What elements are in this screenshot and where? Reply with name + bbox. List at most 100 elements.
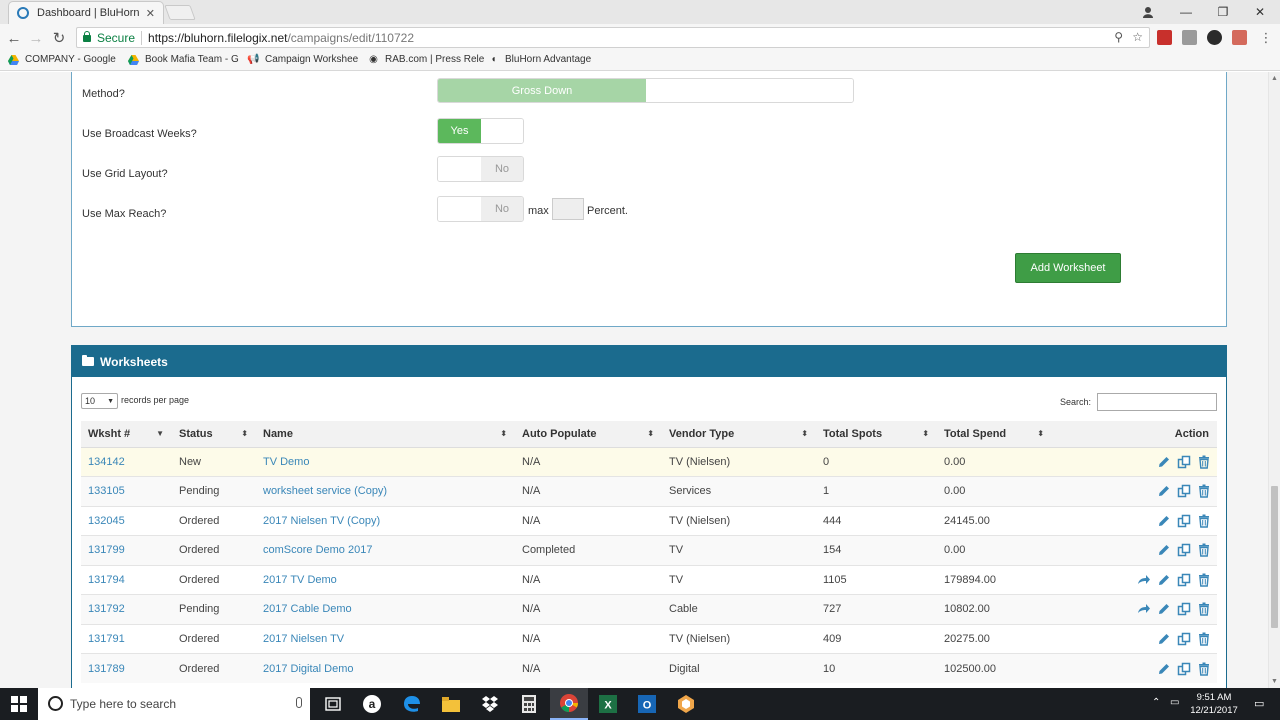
copy-icon[interactable] <box>1177 662 1191 676</box>
scroll-up-icon[interactable]: ▲ <box>1271 75 1278 82</box>
cell-wksht-id-link[interactable]: 131789 <box>88 663 125 675</box>
max-percent-input[interactable] <box>552 198 584 220</box>
edge-browser-icon[interactable] <box>393 688 431 720</box>
cell-wksht-id[interactable]: 131791 <box>81 623 172 654</box>
records-per-page-select[interactable]: 10 ▼ <box>81 393 118 409</box>
cell-name[interactable]: 2017 Nielsen TV <box>256 623 515 654</box>
cell-name-link[interactable]: comScore Demo 2017 <box>263 544 372 556</box>
delete-trash-icon[interactable] <box>1197 573 1211 587</box>
bookmark-item[interactable]: ◖ BluHorn Advantage <box>488 54 591 65</box>
method-toggle[interactable]: Gross Down <box>437 78 854 103</box>
cell-name-link[interactable]: 2017 Digital Demo <box>263 663 354 675</box>
bookmark-item[interactable]: ◉ RAB.com | Press Rele <box>368 54 484 65</box>
extension-icon[interactable] <box>1157 30 1172 45</box>
cell-name[interactable]: 2017 Digital Demo <box>256 653 515 683</box>
column-header-auto-populate[interactable]: Auto Populate ⬍ <box>515 421 662 448</box>
column-header-total-spots[interactable]: Total Spots ⬍ <box>816 421 937 448</box>
copy-icon[interactable] <box>1177 602 1191 616</box>
cell-wksht-id[interactable]: 134142 <box>81 446 172 477</box>
cell-wksht-id[interactable]: 132045 <box>81 505 172 536</box>
cell-wksht-id-link[interactable]: 133105 <box>88 485 125 497</box>
taskbar-clock[interactable]: 9:51 AM 12/21/2017 <box>1187 691 1241 717</box>
cell-wksht-id-link[interactable]: 134142 <box>88 456 125 468</box>
grid-layout-toggle[interactable]: No <box>437 156 524 182</box>
amazon-app-icon[interactable]: a <box>353 688 391 720</box>
delete-trash-icon[interactable] <box>1197 662 1211 676</box>
zoom-icon[interactable]: ⚲ <box>1114 30 1123 44</box>
delete-trash-icon[interactable] <box>1197 632 1211 646</box>
cell-name-link[interactable]: worksheet service (Copy) <box>263 485 387 497</box>
calculator-icon[interactable] <box>510 688 548 720</box>
notifications-icon[interactable]: ▭ <box>1254 697 1264 710</box>
cell-wksht-id[interactable]: 131789 <box>81 653 172 683</box>
bookmark-item[interactable]: 📢 Campaign Workshee <box>247 54 358 65</box>
cell-name-link[interactable]: 2017 Cable Demo <box>263 603 352 615</box>
profile-icon[interactable] <box>1130 0 1166 24</box>
edit-pencil-icon[interactable] <box>1157 632 1171 646</box>
toggle-no[interactable]: No <box>481 157 523 181</box>
delete-trash-icon[interactable] <box>1197 455 1211 469</box>
cell-name[interactable]: 2017 TV Demo <box>256 564 515 595</box>
copy-icon[interactable] <box>1177 632 1191 646</box>
copy-icon[interactable] <box>1177 543 1191 557</box>
delete-trash-icon[interactable] <box>1197 514 1211 528</box>
toggle-yes[interactable]: Yes <box>438 119 481 143</box>
cell-wksht-id-link[interactable]: 131792 <box>88 603 125 615</box>
cell-name[interactable]: 2017 Nielsen TV (Copy) <box>256 505 515 536</box>
cell-wksht-id[interactable]: 133105 <box>81 476 172 506</box>
bookmark-item[interactable]: COMPANY - Google <box>8 54 116 65</box>
cell-wksht-id[interactable]: 131794 <box>81 564 172 595</box>
cell-name-link[interactable]: 2017 Nielsen TV <box>263 633 344 645</box>
outlook-icon[interactable]: O <box>628 688 666 720</box>
edit-pencil-icon[interactable] <box>1157 484 1171 498</box>
url-omnibox[interactable]: Secure https://bluhorn.filelogix.net/cam… <box>76 27 1150 48</box>
column-header-status[interactable]: Status ⬍ <box>172 421 256 448</box>
forward-icon[interactable]: → <box>26 28 46 48</box>
excel-icon[interactable]: X <box>589 688 627 720</box>
task-view-icon[interactable] <box>314 688 352 720</box>
delete-trash-icon[interactable] <box>1197 484 1211 498</box>
share-icon[interactable] <box>1137 573 1151 587</box>
column-header-name[interactable]: Name ⬍ <box>256 421 515 448</box>
minimize-icon[interactable]: — <box>1168 0 1204 24</box>
delete-trash-icon[interactable] <box>1197 602 1211 616</box>
windows-start-button[interactable] <box>0 688 38 720</box>
app-icon[interactable] <box>667 688 705 720</box>
cell-name-link[interactable]: 2017 TV Demo <box>263 574 337 586</box>
copy-icon[interactable] <box>1177 484 1191 498</box>
copy-icon[interactable] <box>1177 573 1191 587</box>
edit-pencil-icon[interactable] <box>1157 514 1171 528</box>
scroll-down-icon[interactable]: ▼ <box>1271 678 1278 685</box>
new-tab-button[interactable] <box>164 5 196 20</box>
page-scrollbar[interactable]: ▲ ▼ <box>1268 72 1280 688</box>
cell-wksht-id[interactable]: 131799 <box>81 535 172 565</box>
pdf-extension-icon[interactable] <box>1232 30 1247 45</box>
close-tab-icon[interactable]: ✕ <box>146 7 155 20</box>
cell-name[interactable]: TV Demo <box>256 446 515 477</box>
edit-pencil-icon[interactable] <box>1157 602 1171 616</box>
cell-wksht-id-link[interactable]: 132045 <box>88 515 125 527</box>
broadcast-weeks-toggle[interactable]: Yes <box>437 118 524 144</box>
browser-tab[interactable]: Dashboard | BluHorn ✕ <box>8 1 164 24</box>
reload-icon[interactable]: ↻ <box>49 28 69 48</box>
method-option-gross-down[interactable]: Gross Down <box>438 79 646 102</box>
add-worksheet-button[interactable]: Add Worksheet <box>1015 253 1121 283</box>
network-icon[interactable]: ▭ <box>1170 697 1179 708</box>
cell-name-link[interactable]: TV Demo <box>263 456 309 468</box>
toggle-no[interactable]: No <box>481 197 523 221</box>
chrome-browser-icon[interactable] <box>550 688 588 720</box>
file-explorer-icon[interactable] <box>432 688 470 720</box>
bookmark-star-icon[interactable]: ☆ <box>1132 30 1143 44</box>
cell-name-link[interactable]: 2017 Nielsen TV (Copy) <box>263 515 380 527</box>
menu-icon[interactable]: ⋮ <box>1256 28 1276 48</box>
edit-pencil-icon[interactable] <box>1157 662 1171 676</box>
microphone-icon[interactable] <box>296 697 302 708</box>
edit-pencil-icon[interactable] <box>1157 573 1171 587</box>
extension-icon[interactable] <box>1182 30 1197 45</box>
cell-name[interactable]: worksheet service (Copy) <box>256 476 515 506</box>
edit-pencil-icon[interactable] <box>1157 455 1171 469</box>
cell-wksht-id-link[interactable]: 131791 <box>88 633 125 645</box>
scrollbar-thumb[interactable] <box>1271 486 1278 628</box>
copy-icon[interactable] <box>1177 514 1191 528</box>
max-reach-toggle[interactable]: No <box>437 196 524 222</box>
